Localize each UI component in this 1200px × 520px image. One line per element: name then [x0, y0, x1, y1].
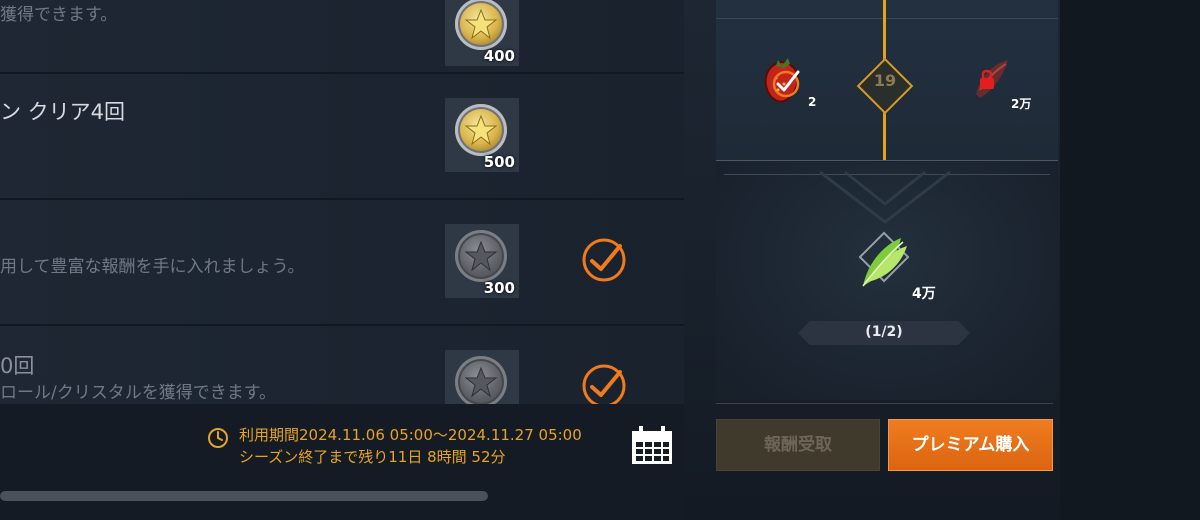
clock-icon [208, 428, 228, 448]
silver-coin-icon [455, 230, 507, 282]
free-reward-count: 2 [808, 95, 817, 109]
preview-progress-text: (1/2) [865, 324, 903, 340]
quest-description: ロール/クリスタルを獲得できます。 [0, 383, 277, 403]
preview-ornament [819, 170, 951, 224]
quest-row: 獲得できます。 400 [0, 0, 684, 74]
reward-slot[interactable]: 400 [445, 0, 519, 66]
button-divider [716, 403, 1053, 404]
reward-amount: 300 [483, 279, 515, 297]
quest-row: 用して豊富な報酬を手に入れましょう。 300 [0, 200, 684, 326]
completed-check-icon [582, 364, 626, 404]
quest-description: 用して豊富な報酬を手に入れましょう。 [0, 257, 305, 277]
calendar-icon[interactable] [630, 426, 674, 466]
buy-premium-button[interactable]: プレミアム購入 [888, 419, 1053, 471]
gold-coin-icon [455, 0, 507, 50]
season-period: 利用期間2024.11.06 05:00～2024.11.27 05:00 シー… [239, 424, 582, 468]
reward-amount: 400 [483, 47, 515, 65]
reward-amount: 500 [483, 153, 515, 171]
quest-title: ン クリア4回 [0, 100, 126, 124]
premium-preview-count: 4万 [912, 286, 936, 302]
horizontal-scrollbar[interactable] [0, 491, 488, 501]
quest-row: 0回 ロール/クリスタルを獲得できます。 [0, 326, 684, 404]
premium-reward-count: 2万 [1011, 97, 1032, 111]
strawberry-reward-icon[interactable] [758, 54, 806, 108]
reward-slot[interactable]: 300 [445, 224, 519, 298]
gold-coin-icon [455, 104, 507, 156]
season-remaining-text: シーズン終了まで残り11日 8時間 52分 [239, 448, 506, 466]
quest-description: 獲得できます。 [0, 5, 118, 25]
quest-list[interactable]: 獲得できます。 400 ン クリア4回 500 用して豊富な報酬を手に入れましょ… [0, 0, 684, 404]
track-divider [716, 160, 1058, 161]
quest-row: ン クリア4回 500 [0, 74, 684, 200]
completed-check-icon [582, 238, 626, 282]
silver-coin-icon [455, 356, 507, 404]
panel-edge [1060, 0, 1200, 520]
level-number: 19 [873, 71, 897, 90]
track-divider [716, 18, 1058, 19]
usage-period-text: 利用期間2024.11.06 05:00～2024.11.27 05:00 [239, 426, 582, 444]
reward-slot[interactable] [445, 350, 519, 404]
reward-slot[interactable]: 500 [445, 98, 519, 172]
quest-title: 0回 [0, 354, 35, 378]
locked-premium-reward-icon[interactable] [966, 54, 1014, 106]
claim-reward-button[interactable]: 報酬受取 [716, 419, 880, 471]
